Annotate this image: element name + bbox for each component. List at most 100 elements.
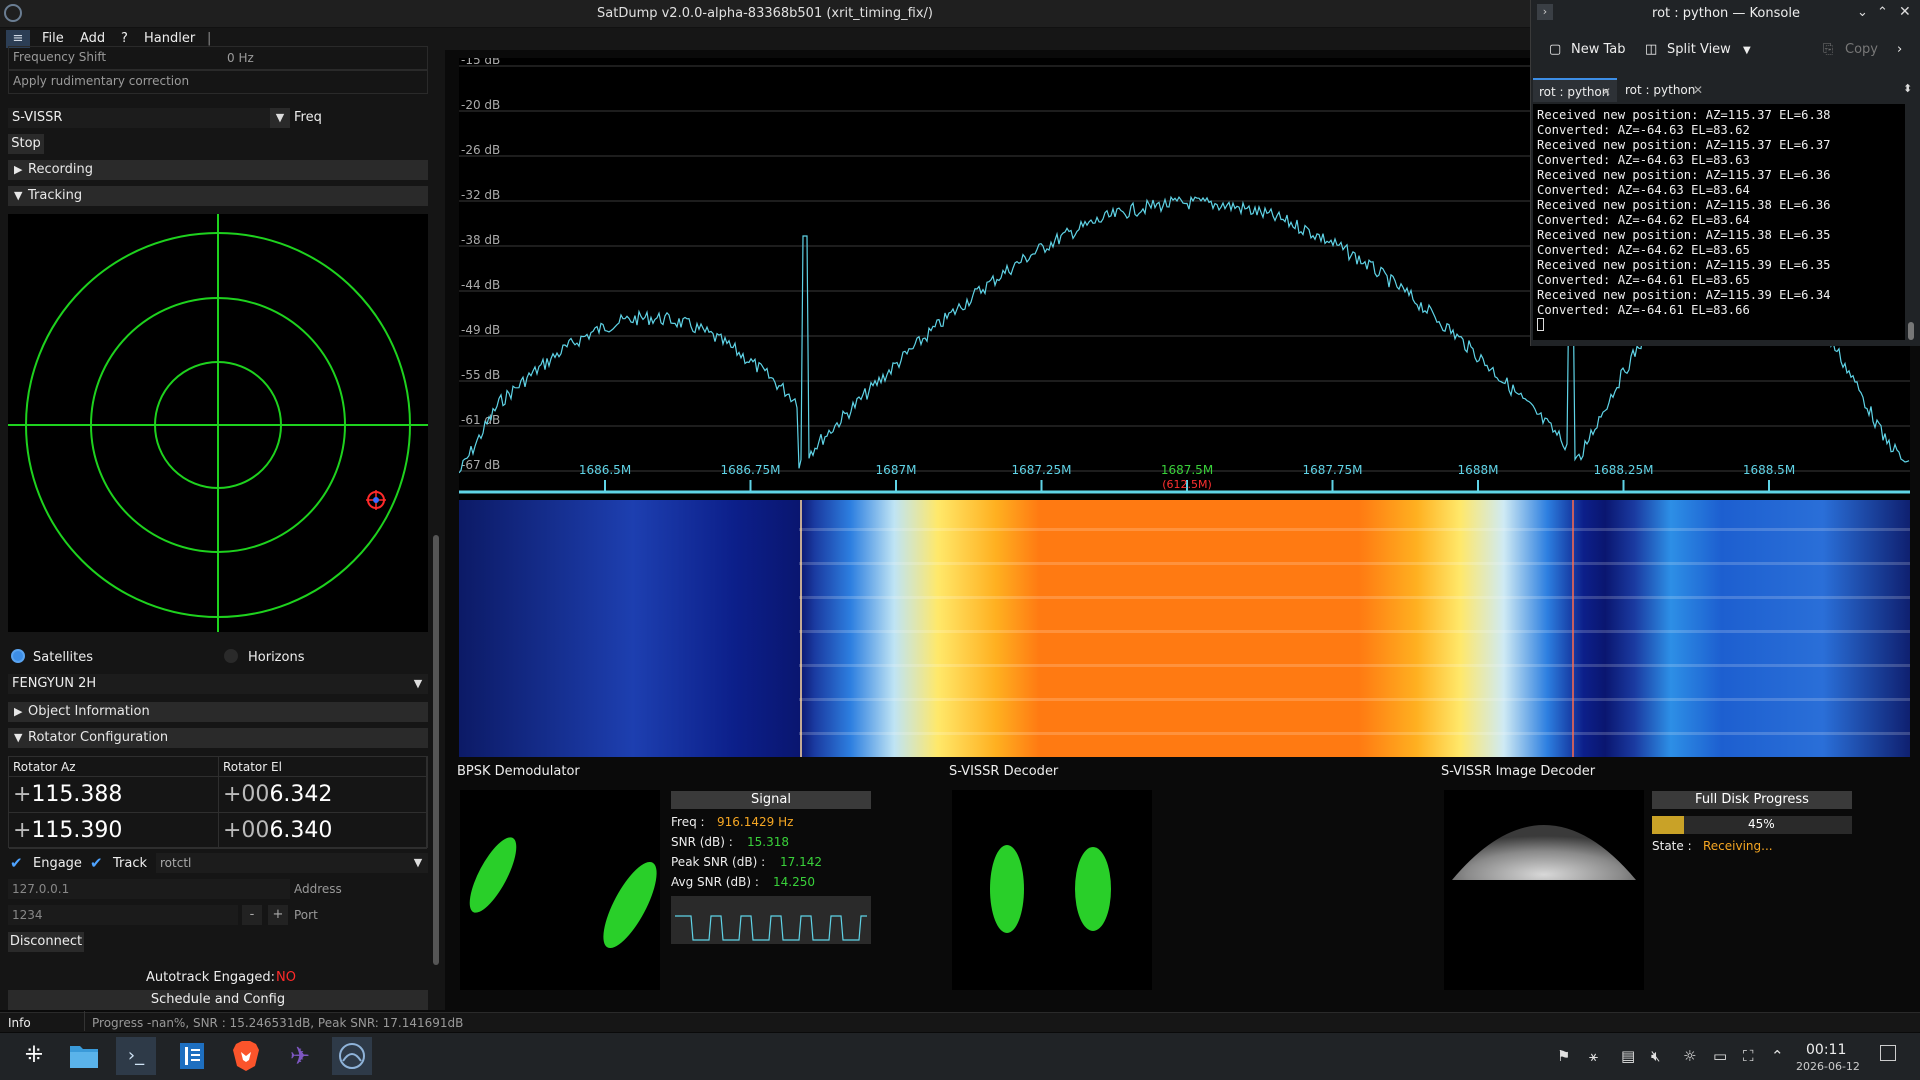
- tab-1-label: rot : python: [1539, 85, 1610, 99]
- konsole-tab-1[interactable]: rot : python ✕: [1533, 78, 1617, 102]
- updates-icon[interactable]: ⛶: [1743, 1047, 1754, 1065]
- clipboard-icon[interactable]: ▤: [1621, 1047, 1635, 1065]
- chevron-right-icon[interactable]: ›: [1897, 42, 1902, 57]
- new-tab-button[interactable]: New Tab: [1571, 42, 1626, 57]
- network-icon[interactable]: ⚹: [1589, 1047, 1598, 1065]
- volume-muted-icon[interactable]: 🔇︎: [1651, 1047, 1660, 1065]
- satellite-app-icon[interactable]: ✈: [280, 1037, 320, 1075]
- terminal-output[interactable]: Received new position: AZ=115.37 EL=6.38…: [1533, 104, 1905, 340]
- chevron-down-icon[interactable]: ▼: [270, 108, 290, 128]
- split-view-icon[interactable]: ◫: [1645, 42, 1657, 57]
- window-title: SatDump v2.0.0-alpha-83368b501 (xrit_tim…: [597, 6, 933, 21]
- schedule-config-button[interactable]: Schedule and Config: [8, 990, 428, 1010]
- terminal-scrollbar[interactable]: [1907, 104, 1915, 340]
- chevron-down-icon[interactable]: ▼: [408, 674, 428, 694]
- chevron-down-icon[interactable]: ▼: [1743, 45, 1751, 56]
- full-disk-progress-bar: 45%: [1652, 816, 1852, 834]
- satellite-marker: [366, 490, 386, 510]
- frequency-tick-label: 1688M: [1458, 463, 1499, 477]
- db-tick-label: -38 dB: [461, 233, 500, 247]
- satellite-select[interactable]: FENGYUN 2H: [8, 674, 408, 694]
- horizons-radio[interactable]: [224, 649, 238, 663]
- menu-add[interactable]: Add: [80, 31, 105, 46]
- tab-2-label: rot : python: [1625, 83, 1696, 97]
- earth-disk-partial: [1452, 825, 1636, 880]
- rotator-type-select[interactable]: rotctl: [156, 853, 408, 873]
- port-decrement-button[interactable]: -: [242, 905, 262, 925]
- tracking-section[interactable]: ▼ Tracking: [8, 186, 428, 206]
- notifications-icon[interactable]: ⚑: [1557, 1047, 1570, 1065]
- object-information-section[interactable]: ▶ Object Information: [8, 702, 428, 722]
- new-tab-icon[interactable]: ▢: [1549, 42, 1561, 57]
- copy-button[interactable]: Copy: [1845, 42, 1878, 57]
- brave-browser-icon[interactable]: [226, 1037, 266, 1075]
- engage-checkbox[interactable]: ✔: [10, 856, 24, 871]
- menu-separator: |: [207, 31, 212, 46]
- chevron-down-icon: ▼: [14, 731, 23, 744]
- az-target-value: 115.388: [31, 782, 123, 807]
- rotator-configuration-section[interactable]: ▼ Rotator Configuration: [8, 728, 428, 748]
- tray-expand-icon[interactable]: ⌃: [1771, 1047, 1784, 1065]
- satdump-icon[interactable]: [332, 1037, 372, 1075]
- port-increment-button[interactable]: +: [268, 905, 288, 925]
- rotator-el-target[interactable]: +006.342: [219, 777, 427, 813]
- apply-correction-row[interactable]: Apply rudimentary correction: [8, 70, 428, 94]
- db-tick-label: -15 dB: [461, 58, 500, 67]
- disconnect-button[interactable]: Disconnect: [8, 932, 84, 952]
- menu-handler[interactable]: Handler: [144, 31, 195, 46]
- frequency-shift-value[interactable]: 0 Hz: [227, 51, 254, 65]
- menu-help[interactable]: ?: [121, 31, 128, 46]
- frequency-tick-label: 1686.5M: [579, 463, 631, 477]
- chevron-right-icon: ▶: [14, 705, 23, 718]
- window-close-icon[interactable]: ✕: [1899, 4, 1911, 20]
- close-icon[interactable]: ✕: [1601, 80, 1611, 104]
- window-minimize-icon[interactable]: ⌄: [1857, 5, 1868, 20]
- stop-button[interactable]: Stop: [8, 134, 44, 154]
- frequency-tick-label: 1687.25M: [1012, 463, 1072, 477]
- frequency-tick-label: 1687.5M: [1161, 463, 1213, 477]
- progress-fill: [1652, 816, 1685, 834]
- recording-section[interactable]: ▶ Recording: [8, 160, 428, 180]
- waterfall-display[interactable]: [459, 500, 1910, 757]
- frequency-shift-row[interactable]: Frequency Shift 0 Hz: [8, 46, 428, 70]
- terminal-icon[interactable]: ›_: [116, 1037, 156, 1075]
- left-panel-scrollbar[interactable]: [433, 535, 439, 965]
- frequency-shift-label: Frequency Shift: [13, 50, 107, 64]
- pipeline-select[interactable]: S-VISSR: [8, 108, 270, 128]
- konsole-tab-2[interactable]: rot : python ✕: [1619, 78, 1709, 102]
- recording-label: Recording: [28, 162, 94, 177]
- terminal-line: Converted: AZ=-64.63 EL=83.62: [1537, 123, 1750, 137]
- el-current-prefix: +00: [223, 818, 270, 843]
- chevron-down-icon[interactable]: ▼: [408, 853, 428, 873]
- menu-file[interactable]: File: [42, 31, 64, 46]
- chevron-down-icon: ▼: [14, 189, 23, 202]
- split-view-button[interactable]: Split View: [1667, 42, 1731, 57]
- brightness-icon[interactable]: ☼: [1683, 1047, 1696, 1065]
- decoder-cluster-right: [1075, 847, 1111, 931]
- window-maximize-icon[interactable]: ⌃: [1877, 5, 1888, 20]
- copy-icon[interactable]: ⎘: [1823, 42, 1833, 57]
- image-decoder-preview: [1444, 790, 1644, 990]
- rotator-az-target[interactable]: +115.388: [9, 777, 219, 813]
- autotrack-value: NO: [276, 970, 296, 985]
- file-manager-icon[interactable]: [64, 1037, 104, 1075]
- decoder-cluster-left: [990, 845, 1024, 933]
- clock-date[interactable]: 2026-06-12: [1796, 1060, 1860, 1073]
- terminal-line: Converted: AZ=-64.63 EL=83.63: [1537, 153, 1750, 167]
- rotator-az-current: +115.390: [9, 813, 219, 849]
- text-editor-icon[interactable]: [172, 1037, 212, 1075]
- satellites-radio[interactable]: [11, 649, 25, 663]
- clock-time[interactable]: 00:11: [1806, 1042, 1846, 1058]
- snr-value: 15.318: [747, 835, 789, 849]
- show-desktop-icon[interactable]: [1880, 1045, 1896, 1061]
- db-tick-label: -32 dB: [461, 188, 500, 202]
- apply-correction-label: Apply rudimentary correction: [13, 74, 190, 88]
- close-icon[interactable]: ✕: [1693, 78, 1703, 102]
- display-icon[interactable]: ▭: [1713, 1047, 1727, 1065]
- address-input[interactable]: 127.0.0.1: [8, 879, 290, 899]
- pin-icon[interactable]: ⬍: [1903, 82, 1912, 95]
- app-launcher-icon[interactable]: ⁜: [14, 1037, 54, 1075]
- track-label: Track: [113, 856, 148, 871]
- track-checkbox[interactable]: ✔: [90, 856, 104, 871]
- port-input[interactable]: 1234: [8, 905, 238, 925]
